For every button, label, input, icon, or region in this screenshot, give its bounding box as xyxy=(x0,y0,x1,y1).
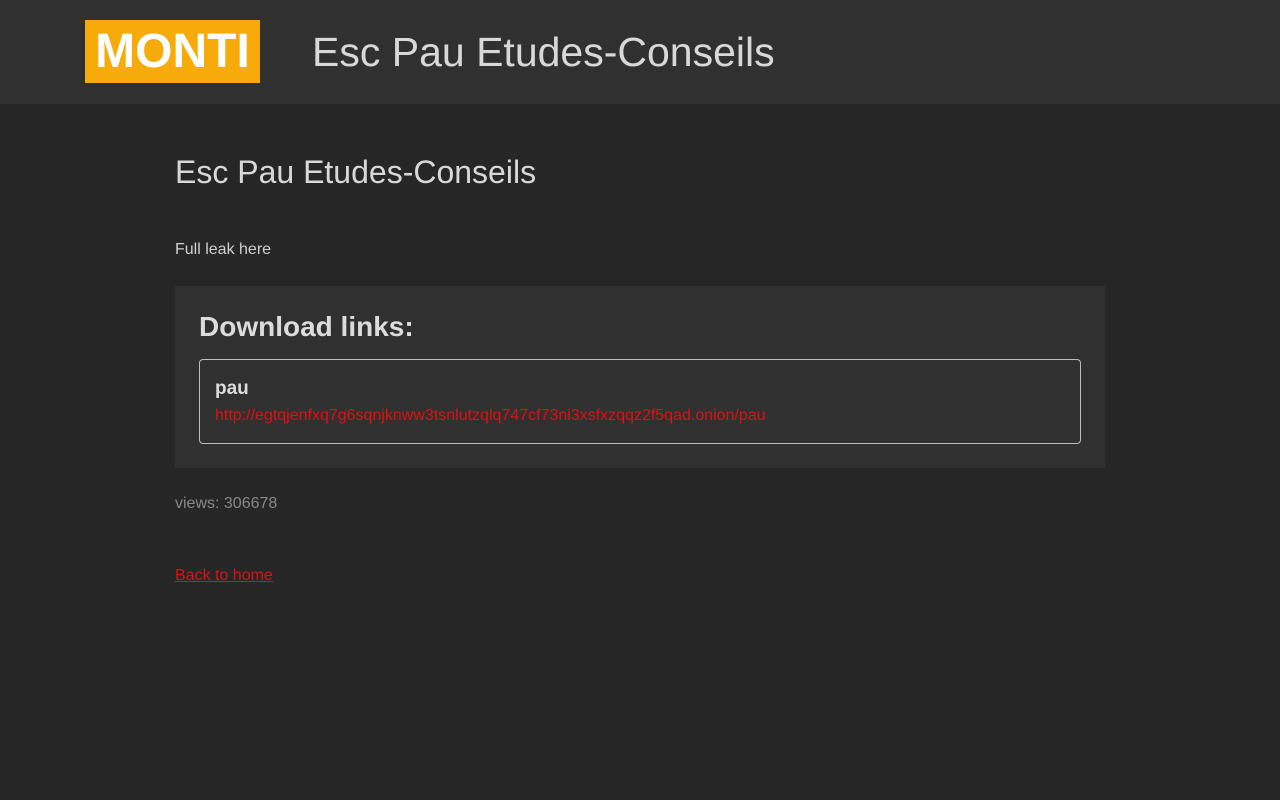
back-to-home-link[interactable]: Back to home xyxy=(175,566,273,586)
page-title: Esc Pau Etudes-Conseils xyxy=(175,154,537,190)
download-link-card: pau http://egtqjenfxq7g6sqnjknww3tsnlutz… xyxy=(199,359,1081,444)
views-counter: views: 306678 xyxy=(175,495,278,512)
download-links-heading: Download links: xyxy=(199,311,414,342)
top-header: MONTI Esc Pau Etudes-Conseils xyxy=(0,0,1280,104)
site-title: Esc Pau Etudes-Conseils xyxy=(312,29,775,75)
post-description: Full leak here xyxy=(175,241,272,258)
download-links-panel: Download links: pau http://egtqjenfxq7g6… xyxy=(175,286,1105,468)
site-logo[interactable]: MONTI xyxy=(85,20,260,83)
download-link-name: pau xyxy=(215,378,249,399)
download-link-url[interactable]: http://egtqjenfxq7g6sqnjknww3tsnlutzqlq7… xyxy=(215,406,766,426)
